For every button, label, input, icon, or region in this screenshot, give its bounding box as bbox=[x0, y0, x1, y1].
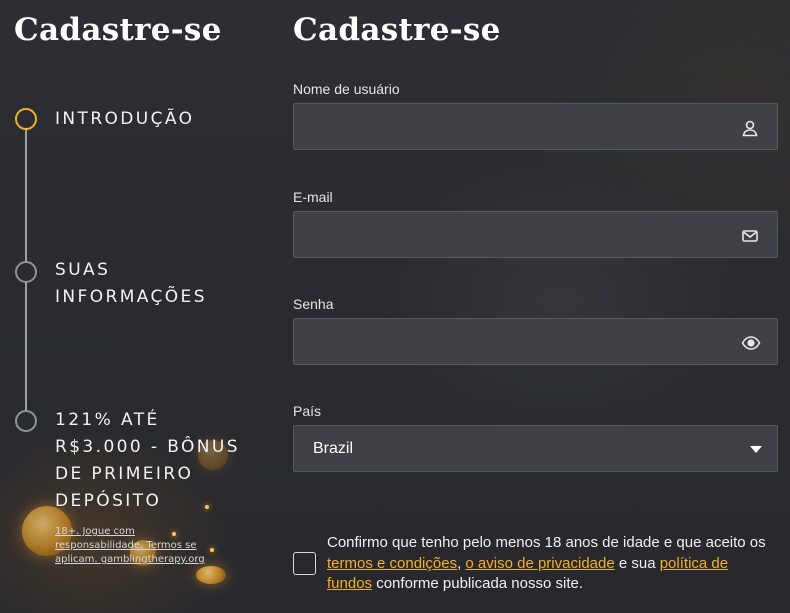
page-title: Cadastre-se bbox=[293, 12, 501, 48]
username-label: Nome de usuário bbox=[293, 81, 400, 97]
email-label: E-mail bbox=[293, 189, 333, 205]
username-field[interactable] bbox=[293, 103, 778, 150]
country-select[interactable]: Brazil bbox=[293, 425, 778, 472]
mail-icon bbox=[742, 230, 758, 242]
step-introducao: INTRODUÇÃO bbox=[55, 109, 195, 129]
username-input[interactable] bbox=[294, 104, 777, 149]
disclaimer[interactable]: 18+. Jogue com responsabilidade. Termos … bbox=[55, 525, 215, 567]
country-label: País bbox=[293, 403, 322, 419]
password-input[interactable] bbox=[294, 319, 777, 364]
eye-icon[interactable] bbox=[741, 334, 761, 352]
email-input[interactable] bbox=[294, 212, 777, 257]
step-marker-active bbox=[15, 108, 37, 130]
consent-checkbox[interactable] bbox=[293, 552, 316, 575]
step-suas-informacoes: SUAS INFORMAÇÕES bbox=[55, 260, 207, 307]
chevron-down-icon bbox=[750, 446, 762, 453]
password-label: Senha bbox=[293, 296, 334, 312]
country-selected-value: Brazil bbox=[313, 440, 354, 457]
step-marker bbox=[15, 410, 37, 432]
step-bonus: 121% ATÉ R$3.000 - BÔNUS DE PRIMEIRO DEP… bbox=[55, 410, 240, 511]
consent-text: Confirmo que tenho pelo menos 18 anos de… bbox=[327, 534, 766, 592]
email-field[interactable] bbox=[293, 211, 778, 258]
step-marker bbox=[15, 261, 37, 283]
user-icon bbox=[742, 120, 758, 137]
sidebar-title: Cadastre-se bbox=[14, 12, 222, 48]
terms-link[interactable]: termos e condições bbox=[327, 555, 457, 572]
coin-decoration bbox=[196, 566, 226, 584]
password-field[interactable] bbox=[293, 318, 778, 365]
privacy-link[interactable]: o aviso de privacidade bbox=[465, 555, 614, 572]
